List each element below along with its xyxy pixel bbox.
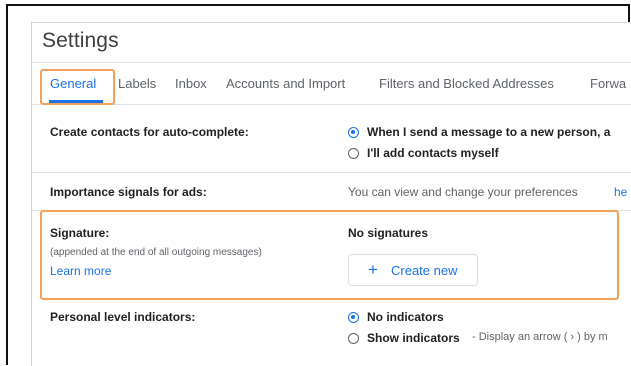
tab-accounts-and-import[interactable]: Accounts and Import xyxy=(226,76,345,91)
tab-inbox[interactable]: Inbox xyxy=(175,76,207,91)
radio-new-person-contacts[interactable] xyxy=(348,127,359,138)
page-title: Settings xyxy=(42,29,119,52)
divider xyxy=(32,62,631,63)
radio-add-contacts-myself[interactable] xyxy=(348,148,359,159)
option-no-indicators: No indicators xyxy=(367,310,444,324)
radio-show-indicators[interactable] xyxy=(348,333,359,344)
signature-highlight-box xyxy=(40,210,619,300)
option-new-person-contacts: When I send a message to a new person, a xyxy=(367,125,611,139)
contacts-autocomplete-label: Create contacts for auto-complete: xyxy=(50,125,249,139)
tab-forwarding[interactable]: Forwa xyxy=(590,76,626,91)
divider xyxy=(32,172,631,173)
tab-labels[interactable]: Labels xyxy=(118,76,156,91)
personal-level-indicators-label: Personal level indicators: xyxy=(50,310,196,324)
importance-signals-label: Importance signals for ads: xyxy=(50,185,207,199)
radio-no-indicators[interactable] xyxy=(348,312,359,323)
tab-highlight-box xyxy=(40,69,115,105)
divider xyxy=(32,104,631,105)
tab-filters-and-blocked-addresses[interactable]: Filters and Blocked Addresses xyxy=(379,76,554,91)
option-add-contacts-myself: I'll add contacts myself xyxy=(367,146,499,160)
option-show-indicators: Show indicators xyxy=(367,331,460,345)
show-indicators-description: - Display an arrow ( › ) by m xyxy=(472,331,608,343)
importance-preferences-text: You can view and change your preferences xyxy=(348,185,578,199)
importance-preferences-link[interactable]: he xyxy=(614,185,627,199)
